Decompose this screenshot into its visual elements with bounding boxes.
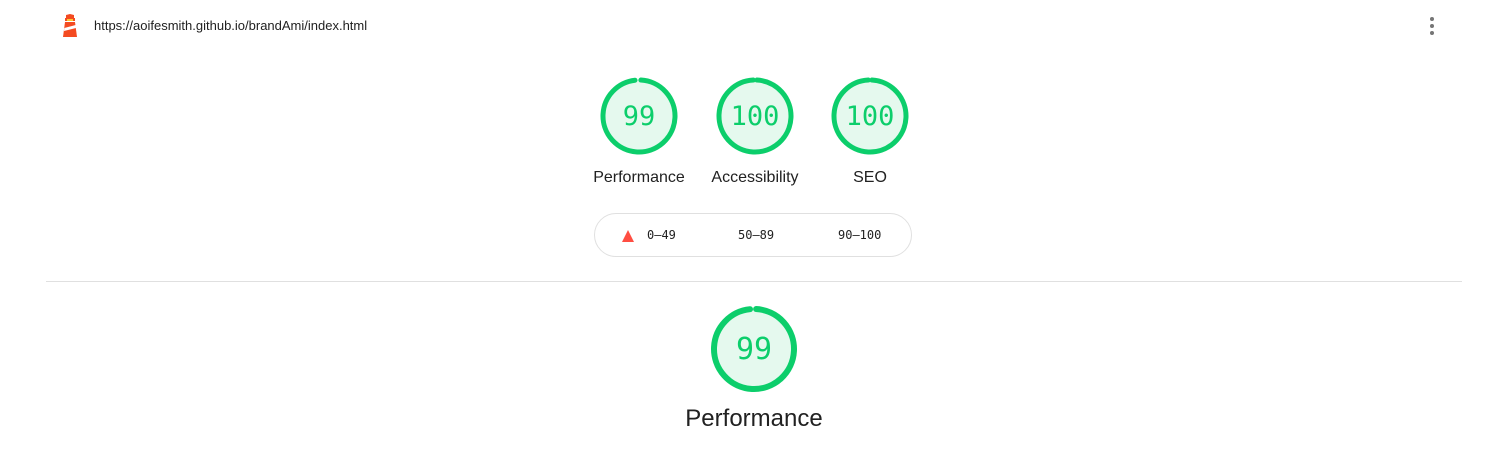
- category-gauge: 99: [711, 306, 797, 392]
- gauge-score: 100: [731, 101, 780, 132]
- kebab-menu-icon[interactable]: [1420, 14, 1444, 38]
- gauge-score: 99: [623, 101, 656, 132]
- gauge-seo[interactable]: 100 SEO: [815, 74, 925, 188]
- category-performance: 99 Performance: [654, 302, 854, 434]
- gauge-accessibility[interactable]: 100 Accessibility: [700, 74, 810, 188]
- gauge-ring: 100: [831, 77, 909, 155]
- divider: [46, 281, 1462, 282]
- gauge-label: Performance: [593, 169, 685, 186]
- score-scale-legend: 0–49 50–89 90–100: [594, 213, 912, 257]
- page-url: https://aoifesmith.github.io/brandAmi/in…: [94, 18, 368, 33]
- warning-triangle-icon: [622, 230, 634, 242]
- category-title: Performance: [685, 405, 823, 432]
- gauge-label: Accessibility: [711, 169, 799, 186]
- top-bar: https://aoifesmith.github.io/brandAmi/in…: [0, 0, 1512, 52]
- gauge-label: SEO: [853, 169, 887, 186]
- legend-average-range: 50–89: [738, 228, 775, 242]
- gauge-score: 100: [846, 101, 895, 132]
- gauge-ring: 99: [600, 77, 678, 155]
- lighthouse-icon: [63, 14, 77, 37]
- gauge-ring: 100: [716, 77, 794, 155]
- legend-fail-range: 0–49: [647, 228, 676, 242]
- category-score: 99: [736, 332, 772, 367]
- legend-pass-range: 90–100: [838, 228, 882, 242]
- gauge-performance[interactable]: 99 Performance: [584, 74, 694, 188]
